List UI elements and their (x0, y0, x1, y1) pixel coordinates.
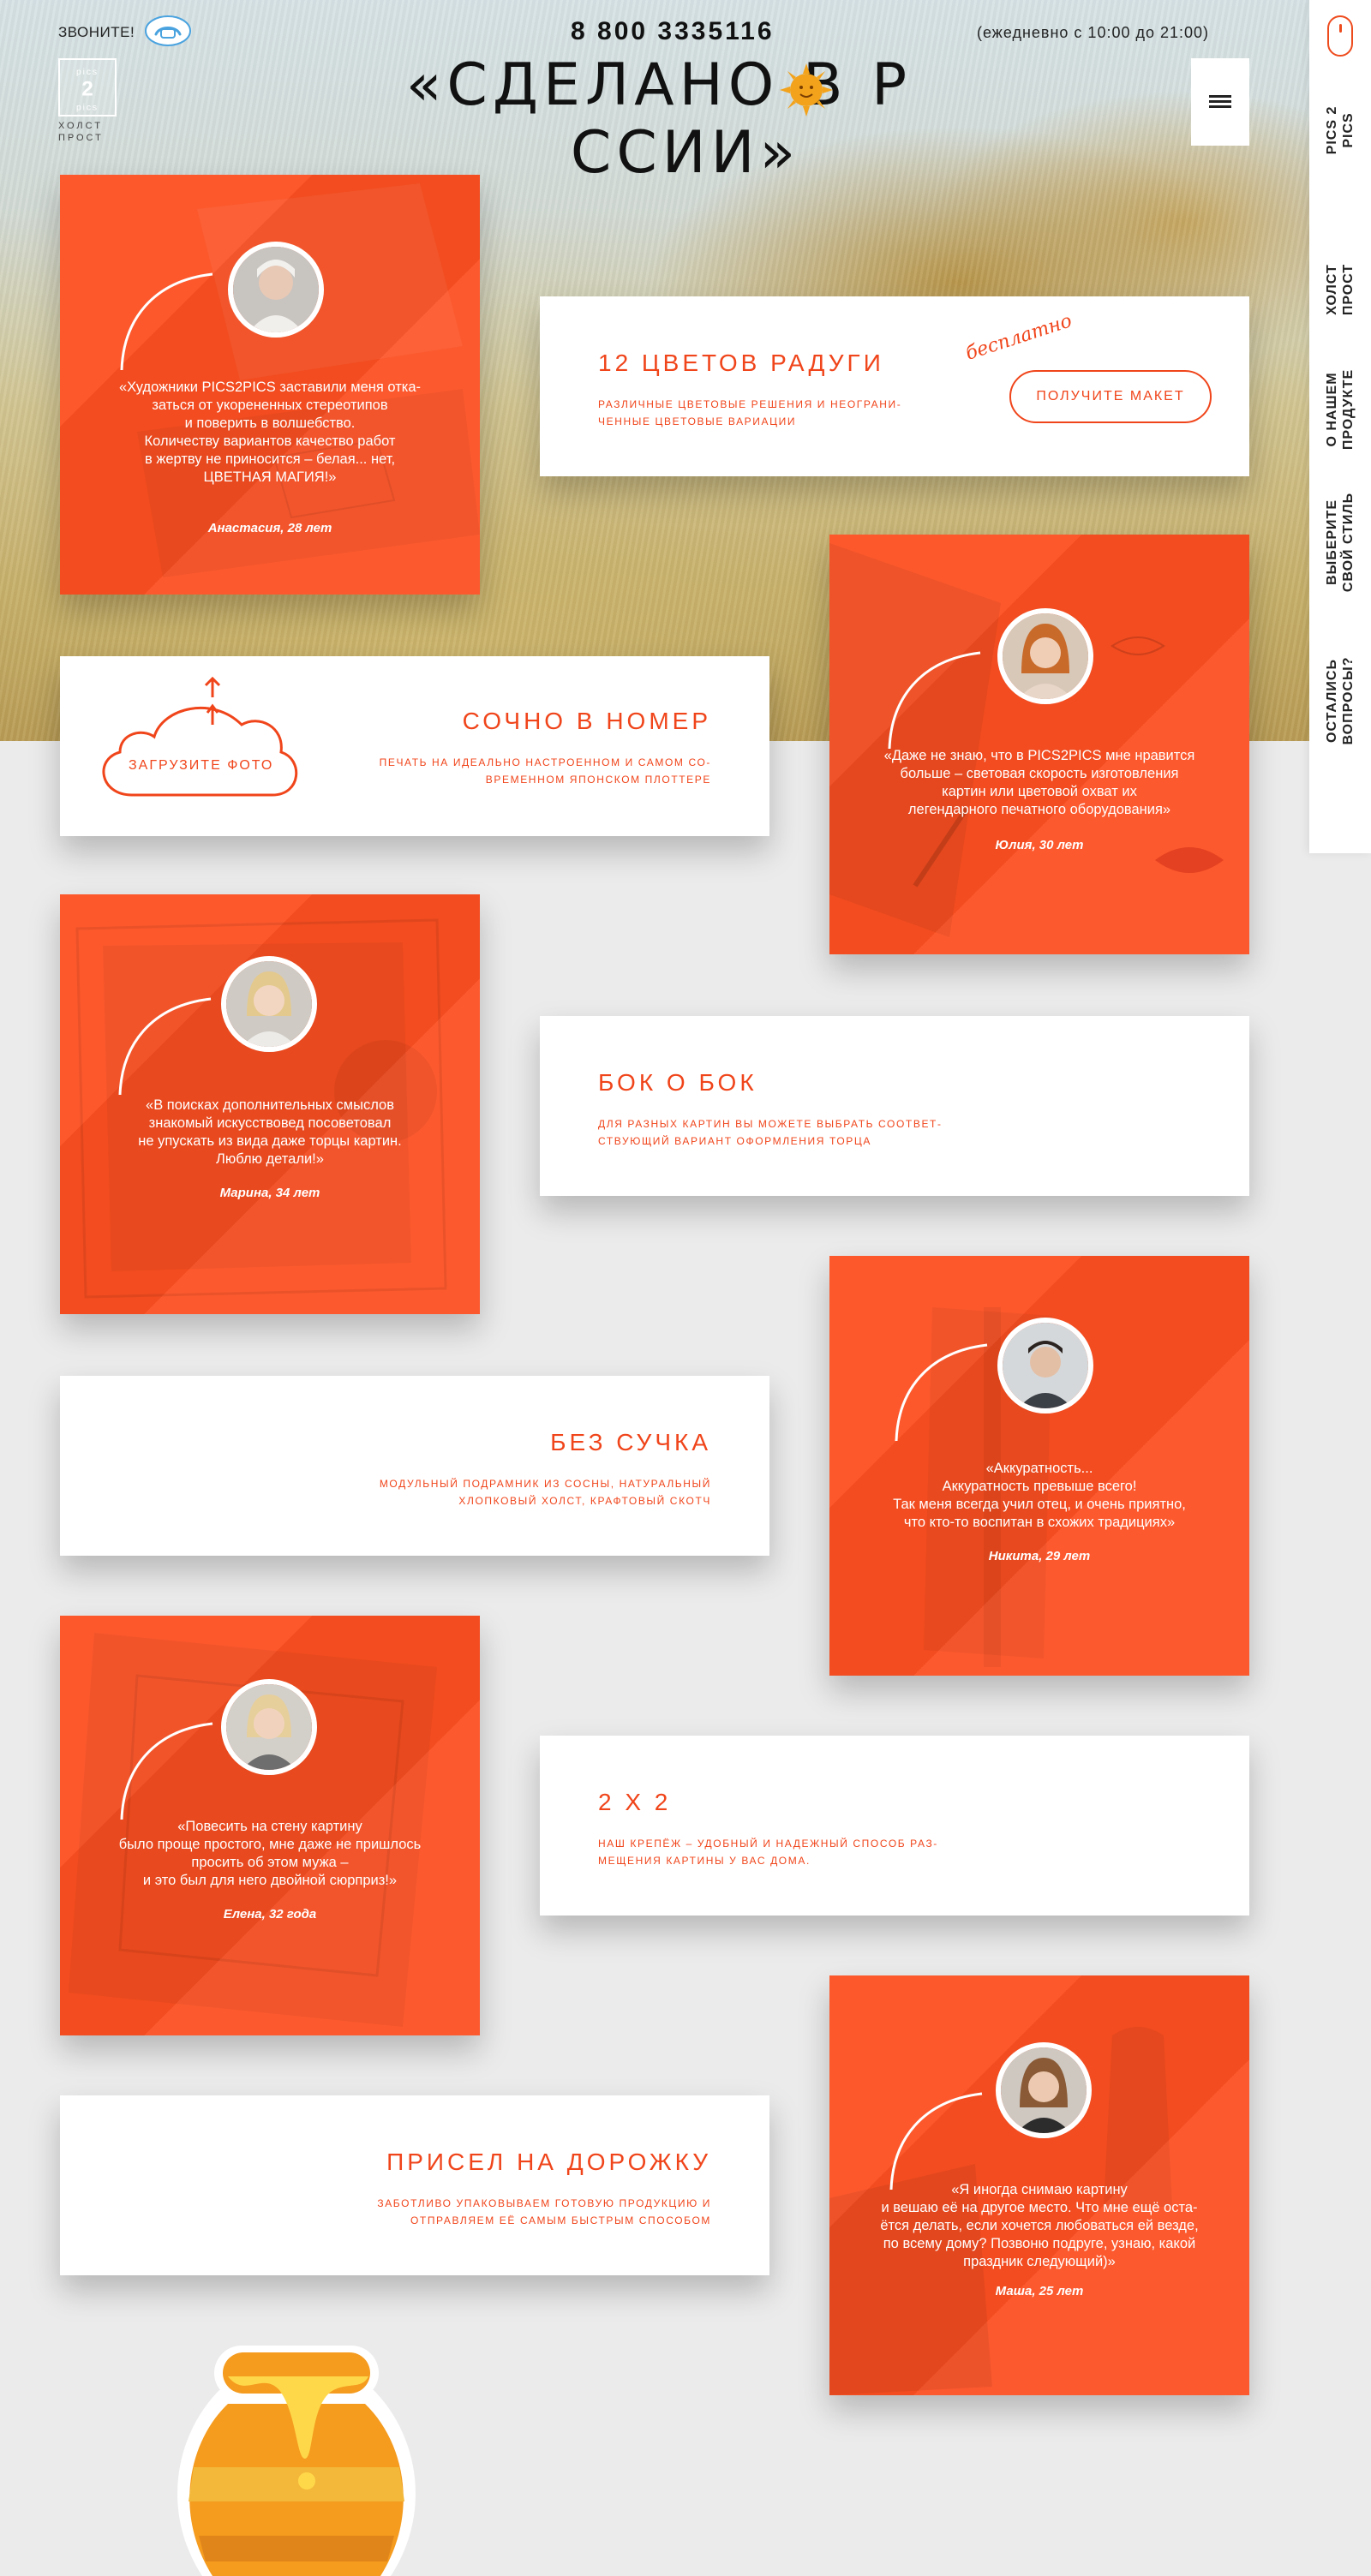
review-card-anastasia: «Художники PICS2PICS заставили меня отка… (60, 175, 480, 595)
feature-title: 2 Х 2 (598, 1789, 672, 1815)
review-author: Юлия, 30 лет (995, 838, 1084, 852)
feature-description: заботливо упаковываем готовую продукцию … (377, 2197, 711, 2226)
review-card-yulia: «Даже не знаю, что в PICS2PICS мне нрави… (829, 535, 1249, 954)
feature-description: наш крепёж – удобный и надежный способ р… (598, 1838, 938, 1867)
review-card-marina: «В поисках дополнительных смыслов знаком… (60, 894, 480, 1314)
avatar (997, 608, 1093, 704)
avatar (221, 956, 317, 1052)
review-card-elena: «Повесить на стену картину было проще пр… (60, 1616, 480, 2035)
avatar (997, 1318, 1093, 1414)
feature-description: печать на идеально настроенном и самом с… (379, 756, 711, 786)
review-author: Елена, 32 года (223, 1907, 317, 1922)
feature-card-frame: БЕЗ СУЧКА модульный подрамник из сосны, … (60, 1376, 769, 1556)
feature-title: 12 ЦВЕТОВ РАДУГИ (598, 350, 884, 376)
hamburger-icon (1209, 95, 1231, 109)
feature-description: различные цветовые решения и неограни- ч… (598, 398, 902, 427)
phone-number[interactable]: 8 800 3335116 (571, 17, 775, 46)
get-mockup-button[interactable]: ПОЛУЧИТЕ МАКЕТ (1009, 370, 1212, 423)
quote-arc (118, 997, 212, 1096)
page-title: «СДЕЛАНО В РССИИ» (300, 51, 1071, 187)
feature-title: СОЧНО В НОМЕР (462, 708, 711, 734)
feature-title: БОК О БОК (598, 1069, 757, 1096)
review-author: Марина, 34 лет (219, 1186, 320, 1200)
honey-pot-icon (177, 2346, 416, 2576)
title-part-left: «СДЕЛАНО В Р (405, 51, 913, 119)
review-text: «Аккуратность... Аккуратность превыше вс… (893, 1461, 1186, 1530)
svg-text:pics: pics (76, 68, 99, 77)
avatar (996, 2042, 1092, 2138)
quote-arc (895, 1343, 988, 1442)
side-nav-label: ВЫБЕРИТЕ СВОЙ СТИЛЬ (1325, 492, 1356, 593)
logo-caption: ХОЛСТ ПРОСТ (58, 121, 104, 143)
review-text: «Я иногда снимаю картину и вешаю её на д… (880, 2182, 1199, 2269)
avatar (221, 1679, 317, 1775)
side-nav-label: ОСТАЛИСЬ ВОПРОСЫ? (1325, 656, 1356, 745)
svg-text:pics: pics (76, 103, 99, 112)
side-nav-label: PICS 2 PICS (1325, 105, 1356, 155)
work-hours: (ежедневно с 10:00 до 21:00) (977, 24, 1210, 41)
feature-description: для разных картин вы можете выбрать соот… (598, 1118, 943, 1147)
quote-arc (889, 2092, 983, 2190)
feature-card-delivery: ПРИСЕЛ НА ДОРОЖКУ заботливо упаковываем … (60, 2095, 769, 2275)
phone-icon[interactable] (144, 14, 192, 48)
review-text: «Повесить на стену картину было проще пр… (118, 1819, 422, 1888)
logo[interactable]: pics 2 pics (58, 58, 117, 117)
sun-icon (780, 63, 833, 117)
svg-text:2: 2 (81, 77, 93, 100)
upload-cloud-icon[interactable] (91, 670, 305, 798)
call-label: ЗВОНИТЕ! (58, 24, 135, 40)
quote-arc (888, 651, 981, 750)
review-card-masha: «Я иногда снимаю картину и вешаю её на д… (829, 1975, 1249, 2395)
feature-title: БЕЗ СУЧКА (550, 1429, 711, 1455)
review-text: «В поисках дополнительных смыслов знаком… (138, 1097, 402, 1167)
feature-card-sides: БОК О БОК для разных картин вы можете вы… (540, 1016, 1249, 1196)
review-author: Никита, 29 лет (988, 1549, 1091, 1563)
upload-photo-button[interactable]: ЗАГРУЗИТЕ ФОТО (129, 758, 273, 774)
side-nav-label: О НАШЕМ ПРОДУКТЕ (1325, 368, 1356, 451)
feature-card-mount: 2 Х 2 наш крепёж – удобный и надежный сп… (540, 1736, 1249, 1916)
scroll-mouse-icon[interactable] (1327, 15, 1353, 57)
review-text: «Даже не знаю, что в PICS2PICS мне нрави… (883, 748, 1195, 817)
title-part-right: ССИИ» (570, 119, 801, 187)
review-card-nikita: «Аккуратность... Аккуратность превыше вс… (829, 1256, 1249, 1676)
menu-button[interactable] (1191, 58, 1249, 146)
review-text: «Художники PICS2PICS заставили меня отка… (118, 380, 422, 485)
quote-arc (120, 1722, 213, 1820)
review-author: Маша, 25 лет (995, 2284, 1084, 2298)
quote-arc (120, 272, 213, 371)
side-nav-label: ХОЛСТ ПРОСТ (1325, 263, 1356, 316)
feature-description: модульный подрамник из сосны, натуральны… (379, 1478, 711, 1507)
review-author: Анастасия, 28 лет (207, 521, 332, 535)
avatar (228, 242, 324, 338)
feature-title: ПРИСЕЛ НА ДОРОЖКУ (386, 2149, 711, 2175)
